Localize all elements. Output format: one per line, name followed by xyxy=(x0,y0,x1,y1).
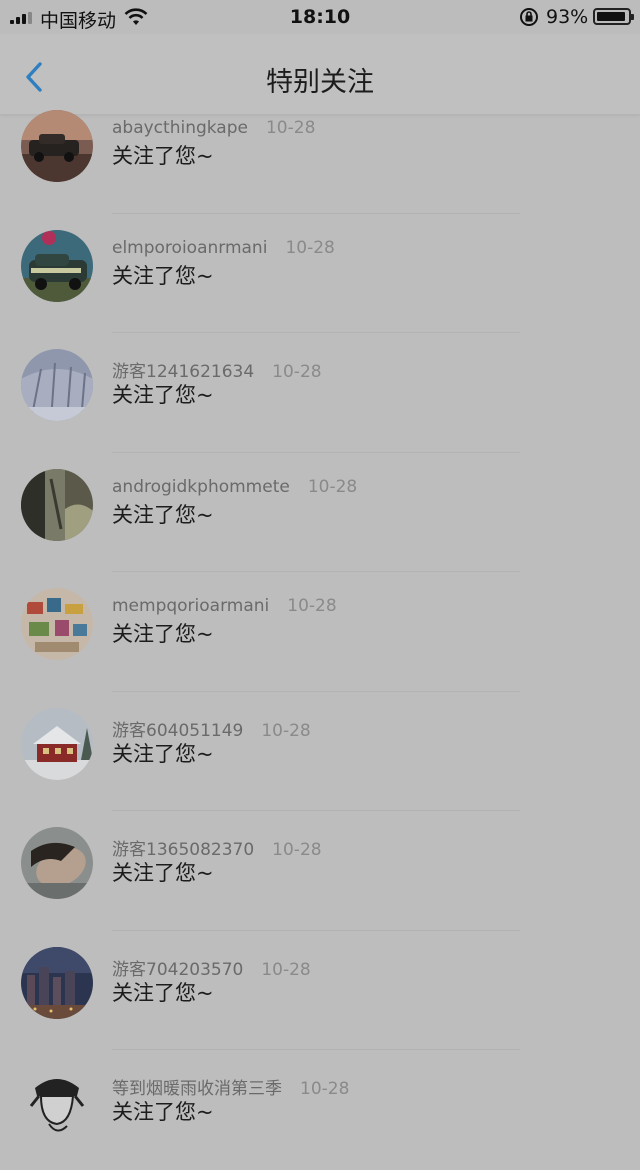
notification-message: 关注了您~ xyxy=(112,622,214,646)
avatar[interactable] xyxy=(21,588,93,660)
list-item[interactable]: 游客1365082370 10-28 关注了您~ xyxy=(0,811,640,931)
avatar[interactable] xyxy=(21,468,93,541)
notification-message: 关注了您~ xyxy=(112,502,214,527)
follow-date: 10-28 xyxy=(261,959,311,980)
notification-message: 关注了您~ xyxy=(112,980,214,1005)
follow-date: 10-28 xyxy=(272,840,322,860)
avatar[interactable] xyxy=(21,1066,93,1138)
user-name: androgidkphommete 10-28 xyxy=(112,476,358,497)
notification-message: 关注了您~ xyxy=(112,741,214,766)
status-bar: 中国移动 18:10 93% xyxy=(0,0,640,34)
notification-message: 关注了您~ xyxy=(112,263,214,288)
list-item[interactable]: 等到烟暖雨收消第三季 10-28 关注了您~ xyxy=(0,1050,640,1170)
follow-date: 10-28 xyxy=(261,720,311,741)
user-name: abaycthingkape 10-28 xyxy=(112,118,316,138)
list-item[interactable]: 游客1241621634 10-28 关注了您~ xyxy=(0,333,640,453)
avatar[interactable] xyxy=(21,349,93,421)
user-name: mempqorioarmani 10-28 xyxy=(112,596,337,616)
notification-message: 关注了您~ xyxy=(112,861,214,885)
list-item[interactable]: androgidkphommete 10-28 关注了您~ xyxy=(0,453,640,572)
follow-notification-list: abaycthingkape 10-28 关注了您~ elmporoioanrma… xyxy=(0,94,640,1170)
notification-message: 关注了您~ xyxy=(112,144,214,168)
orientation-lock-icon xyxy=(520,8,538,26)
battery-icon xyxy=(593,8,634,25)
follow-date: 10-28 xyxy=(285,237,335,258)
list-item[interactable]: elmporoioanrmani 10-28 关注了您~ xyxy=(0,214,640,333)
follow-date: 10-28 xyxy=(272,362,322,382)
notification-message: 关注了您~ xyxy=(112,1100,214,1124)
avatar[interactable] xyxy=(21,946,93,1019)
list-item[interactable]: abaycthingkape 10-28 关注了您~ xyxy=(0,94,640,214)
follow-date: 10-28 xyxy=(265,118,316,138)
user-name: elmporoioanrmani 10-28 xyxy=(112,237,335,258)
list-item[interactable]: mempqorioarmani 10-28 关注了您~ xyxy=(0,572,640,692)
list-item[interactable]: 游客604051149 10-28 关注了您~ xyxy=(0,692,640,811)
follow-date: 10-28 xyxy=(287,596,337,616)
battery-percent: 93% xyxy=(546,6,589,28)
avatar[interactable] xyxy=(21,229,93,302)
avatar[interactable] xyxy=(21,110,93,182)
avatar[interactable] xyxy=(21,707,93,780)
list-item[interactable]: 游客704203570 10-28 关注了您~ xyxy=(0,931,640,1050)
notification-message: 关注了您~ xyxy=(112,383,214,407)
follow-date: 10-28 xyxy=(307,476,358,497)
avatar[interactable] xyxy=(21,827,93,899)
follow-date: 10-28 xyxy=(300,1079,350,1099)
status-time: 18:10 xyxy=(289,6,351,28)
